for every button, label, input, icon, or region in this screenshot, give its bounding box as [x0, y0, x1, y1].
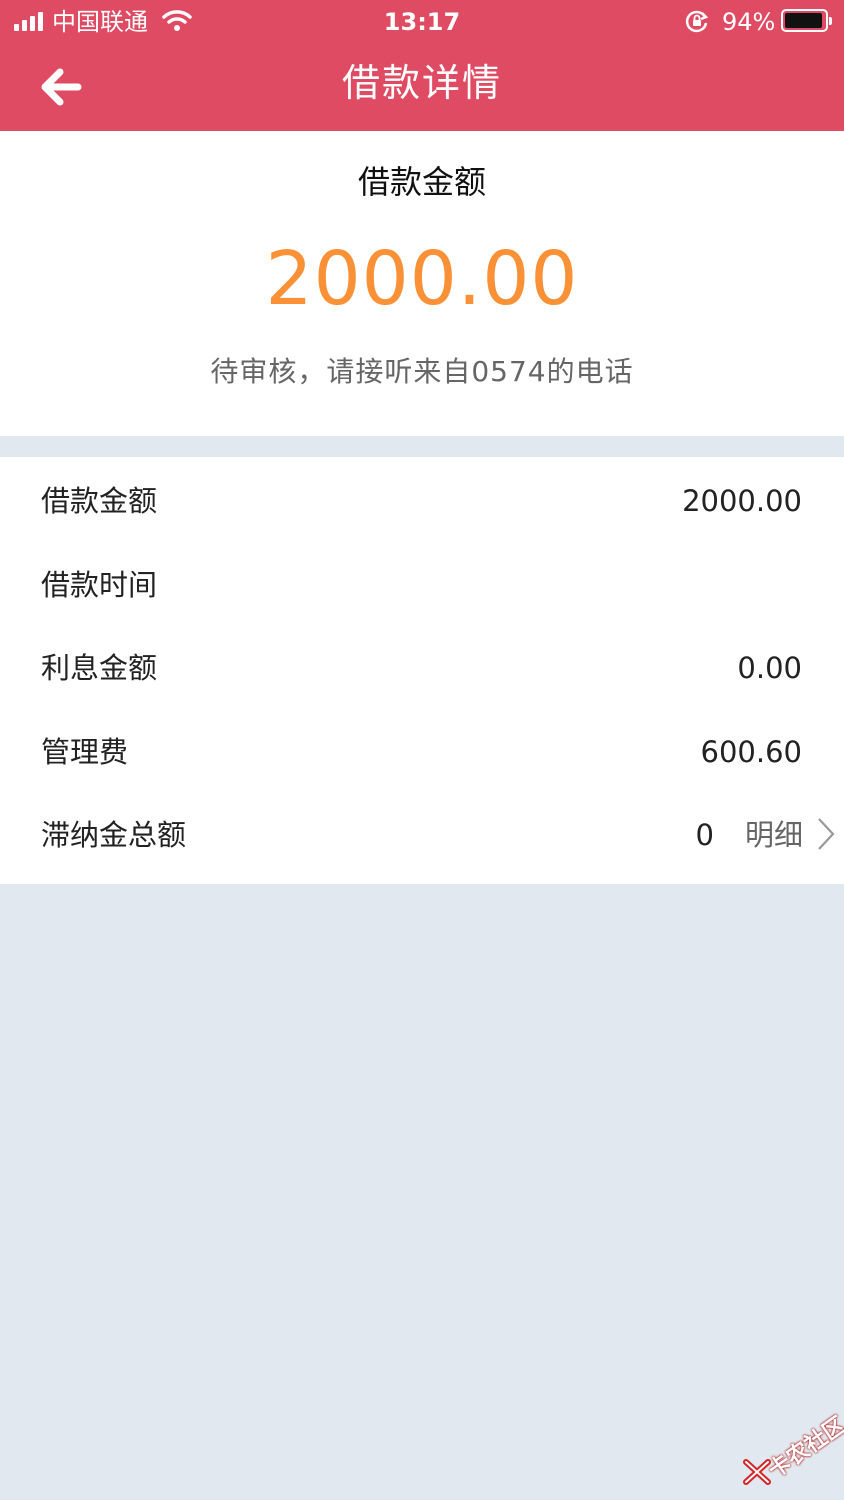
status-bar: 中国联通 13:17 94%	[0, 0, 844, 44]
detail-label: 借款时间	[41, 568, 158, 602]
detail-label: 管理费	[41, 735, 129, 769]
detail-label: 借款金额	[41, 484, 158, 518]
detail-value: 0	[695, 818, 714, 852]
battery-icon	[781, 9, 832, 32]
detail-value: 2000.00	[682, 484, 802, 518]
page-title: 借款详情	[341, 61, 502, 105]
status-time: 13:17	[383, 8, 461, 36]
status-note: 待审核，请接听来自0574的电话	[210, 355, 634, 388]
detail-row-loan-time: 借款时间	[0, 543, 844, 627]
battery-percent: 94%	[722, 8, 776, 36]
loan-summary: 借款金额 2000.00 待审核，请接听来自0574的电话	[0, 131, 844, 436]
detail-value: 600.60	[700, 735, 802, 769]
loan-amount: 2000.00	[265, 236, 579, 322]
detail-row-management-fee: 管理费 600.60	[0, 710, 844, 794]
detail-row-interest: 利息金额 0.00	[0, 626, 844, 710]
nav-bar: 借款详情	[0, 44, 844, 131]
detail-row-late-fee[interactable]: 滞纳金总额 0 明细	[0, 793, 844, 877]
detail-label: 利息金额	[41, 651, 158, 685]
app-header: 中国联通 13:17 94% 借款详情	[0, 0, 844, 131]
late-fee-detail-link[interactable]: 明细	[744, 809, 839, 859]
detail-label: 滞纳金总额	[41, 818, 187, 852]
detail-row-loan-amount: 借款金额 2000.00	[0, 459, 844, 543]
rotation-lock-icon	[685, 10, 709, 33]
chevron-right-icon	[818, 818, 835, 850]
summary-label: 借款金额	[357, 163, 486, 201]
watermark-text: 卡农社区	[764, 1412, 844, 1484]
watermark-logo: 卡农社区	[740, 1408, 844, 1488]
detail-value: 0.00	[737, 651, 802, 685]
detail-link-label: 明细	[745, 818, 804, 852]
loan-details-list: 借款金额 2000.00 借款时间 利息金额 0.00 管理费 600.60 滞…	[0, 457, 844, 884]
